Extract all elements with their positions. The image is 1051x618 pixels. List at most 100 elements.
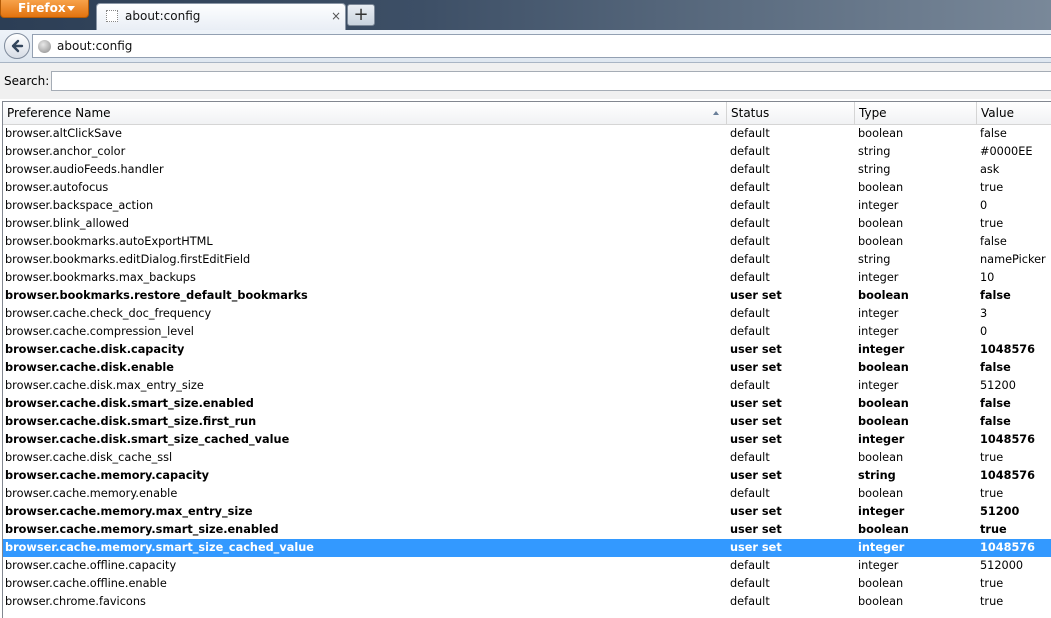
table-row[interactable]: browser.cache.disk.enable user set boolean… [3, 359, 1051, 377]
sort-ascending-icon [713, 111, 719, 115]
table-row[interactable]: browser.anchor_color default string #0000EE [3, 143, 1051, 161]
table-row[interactable]: browser.cache.memory.enable default boolea… [3, 485, 1051, 503]
table-row[interactable]: browser.cache.offline.capacity default int… [3, 557, 1051, 575]
column-header-type[interactable]: Type [855, 102, 977, 124]
table-row[interactable]: browser.cache.disk.max_entry_size default… [3, 377, 1051, 395]
column-header-value[interactable]: Value [977, 102, 1051, 124]
table-row[interactable]: browser.cache.memory.smart_size_cached_v… [3, 539, 1051, 557]
value-cell: true [980, 487, 1004, 500]
status-cell: default [730, 145, 770, 158]
table-row[interactable]: browser.bookmarks.restore_default_bookma… [3, 287, 1051, 305]
status-cell: default [730, 181, 770, 194]
table-row[interactable]: browser.bookmarks.autoExportHTML default b… [3, 233, 1051, 251]
back-button[interactable] [4, 33, 30, 59]
table-row[interactable]: browser.cache.disk.capacity user set integ… [3, 341, 1051, 359]
table-row[interactable]: browser.altClickSave default boolean false [3, 125, 1051, 143]
type-cell: boolean [858, 595, 904, 608]
table-row[interactable]: browser.cache.disk_cache_ssl default boole… [3, 449, 1051, 467]
value-cell: 1048576 [980, 469, 1036, 482]
type-cell: integer [858, 505, 905, 518]
pref-name-cell: browser.cache.memory.capacity [5, 469, 210, 482]
type-cell: boolean [858, 127, 904, 140]
status-cell: user set [730, 397, 782, 410]
type-cell: boolean [858, 397, 909, 410]
value-cell: true [980, 217, 1004, 230]
status-cell: default [730, 199, 770, 212]
column-header-status[interactable]: Status [727, 102, 855, 124]
pref-name-cell: browser.cache.disk.smart_size_cached_val… [5, 433, 290, 446]
pref-name-cell: browser.cache.disk_cache_ssl [5, 451, 173, 464]
url-text[interactable]: about:config [57, 39, 132, 53]
preferences-table[interactable]: Preference Name Status Type Value browse… [2, 101, 1051, 618]
pref-name-cell: browser.cache.memory.max_entry_size [5, 505, 253, 518]
table-row[interactable]: browser.cache.offline.enable default boole… [3, 575, 1051, 593]
table-row[interactable]: browser.cache.compression_level default in… [3, 323, 1051, 341]
table-row[interactable]: browser.bookmarks.max_backups default inte… [3, 269, 1051, 287]
table-row[interactable]: browser.backspace_action default integer 0 [3, 197, 1051, 215]
status-cell: user set [730, 361, 782, 374]
type-cell: string [858, 469, 896, 482]
type-cell: integer [858, 307, 899, 320]
status-cell: default [730, 451, 770, 464]
blank-page-icon [106, 10, 118, 22]
table-row[interactable]: browser.cache.memory.capacity user set str… [3, 467, 1051, 485]
column-header-preference-name[interactable]: Preference Name [3, 102, 727, 124]
table-row[interactable]: browser.cache.disk.smart_size_cached_val… [3, 431, 1051, 449]
firefox-menu-button[interactable]: Firefox [0, 0, 89, 18]
type-cell: integer [858, 433, 905, 446]
status-cell: default [730, 217, 770, 230]
table-row[interactable]: browser.autofocus default boolean true [3, 179, 1051, 197]
search-input[interactable] [51, 71, 1051, 91]
status-cell: default [730, 163, 770, 176]
type-cell: boolean [858, 289, 909, 302]
pref-name-cell: browser.cache.offline.enable [5, 577, 167, 590]
close-tab-icon[interactable]: × [331, 9, 341, 23]
type-cell: integer [858, 271, 899, 284]
type-cell: boolean [858, 523, 909, 536]
table-row[interactable]: browser.bookmarks.editDialog.firstEditFi… [3, 251, 1051, 269]
pref-name-cell: browser.cache.memory.smart_size_cached_v… [5, 541, 314, 554]
type-cell: boolean [858, 235, 904, 248]
table-row[interactable]: browser.cache.disk.smart_size.first_run u… [3, 413, 1051, 431]
pref-name-cell: browser.autofocus [5, 181, 109, 194]
pref-name-cell: browser.cache.memory.smart_size.enabled [5, 523, 279, 536]
status-cell: default [730, 379, 770, 392]
firefox-menu-label: Firefox [18, 1, 66, 15]
pref-name-cell: browser.blink_allowed [5, 217, 130, 230]
value-cell: true [980, 577, 1004, 590]
pref-name-cell: browser.audioFeeds.handler [5, 163, 164, 176]
value-cell: false [980, 397, 1011, 410]
value-cell: 0 [980, 325, 988, 338]
type-cell: integer [858, 325, 899, 338]
value-cell: false [980, 415, 1011, 428]
table-row[interactable]: browser.cache.memory.smart_size.enabled u… [3, 521, 1051, 539]
table-row[interactable]: browser.audioFeeds.handler default string a… [3, 161, 1051, 179]
url-bar[interactable]: about:config [32, 34, 1051, 58]
table-row[interactable]: browser.cache.check_doc_frequency default… [3, 305, 1051, 323]
type-cell: string [858, 145, 891, 158]
table-row[interactable]: browser.blink_allowed default boolean true [3, 215, 1051, 233]
value-cell: true [980, 451, 1004, 464]
status-cell: default [730, 595, 770, 608]
type-cell: boolean [858, 181, 904, 194]
value-cell: 3 [980, 307, 988, 320]
pref-name-cell: browser.bookmarks.editDialog.firstEditFi… [5, 253, 251, 266]
status-cell: user set [730, 433, 782, 446]
value-cell: 1048576 [980, 343, 1036, 356]
type-cell: boolean [858, 217, 904, 230]
type-cell: integer [858, 199, 899, 212]
navigation-bar: about:config [0, 30, 1051, 63]
pref-name-cell: browser.cache.disk.max_entry_size [5, 379, 204, 392]
value-cell: 1048576 [980, 433, 1036, 446]
pref-name-cell: browser.cache.offline.capacity [5, 559, 177, 572]
type-cell: integer [858, 379, 899, 392]
status-cell: default [730, 487, 770, 500]
tab-about-config[interactable]: about:config × [96, 3, 346, 30]
new-tab-button[interactable]: + [347, 4, 375, 26]
type-cell: integer [858, 559, 899, 572]
table-row[interactable]: browser.cache.disk.smart_size.enabled use… [3, 395, 1051, 413]
pref-name-cell: browser.backspace_action [5, 199, 154, 212]
value-cell: ask [980, 163, 1000, 176]
table-row[interactable]: browser.cache.memory.max_entry_size user … [3, 503, 1051, 521]
table-row[interactable]: browser.chrome.favicons default boolean tru… [3, 593, 1051, 611]
